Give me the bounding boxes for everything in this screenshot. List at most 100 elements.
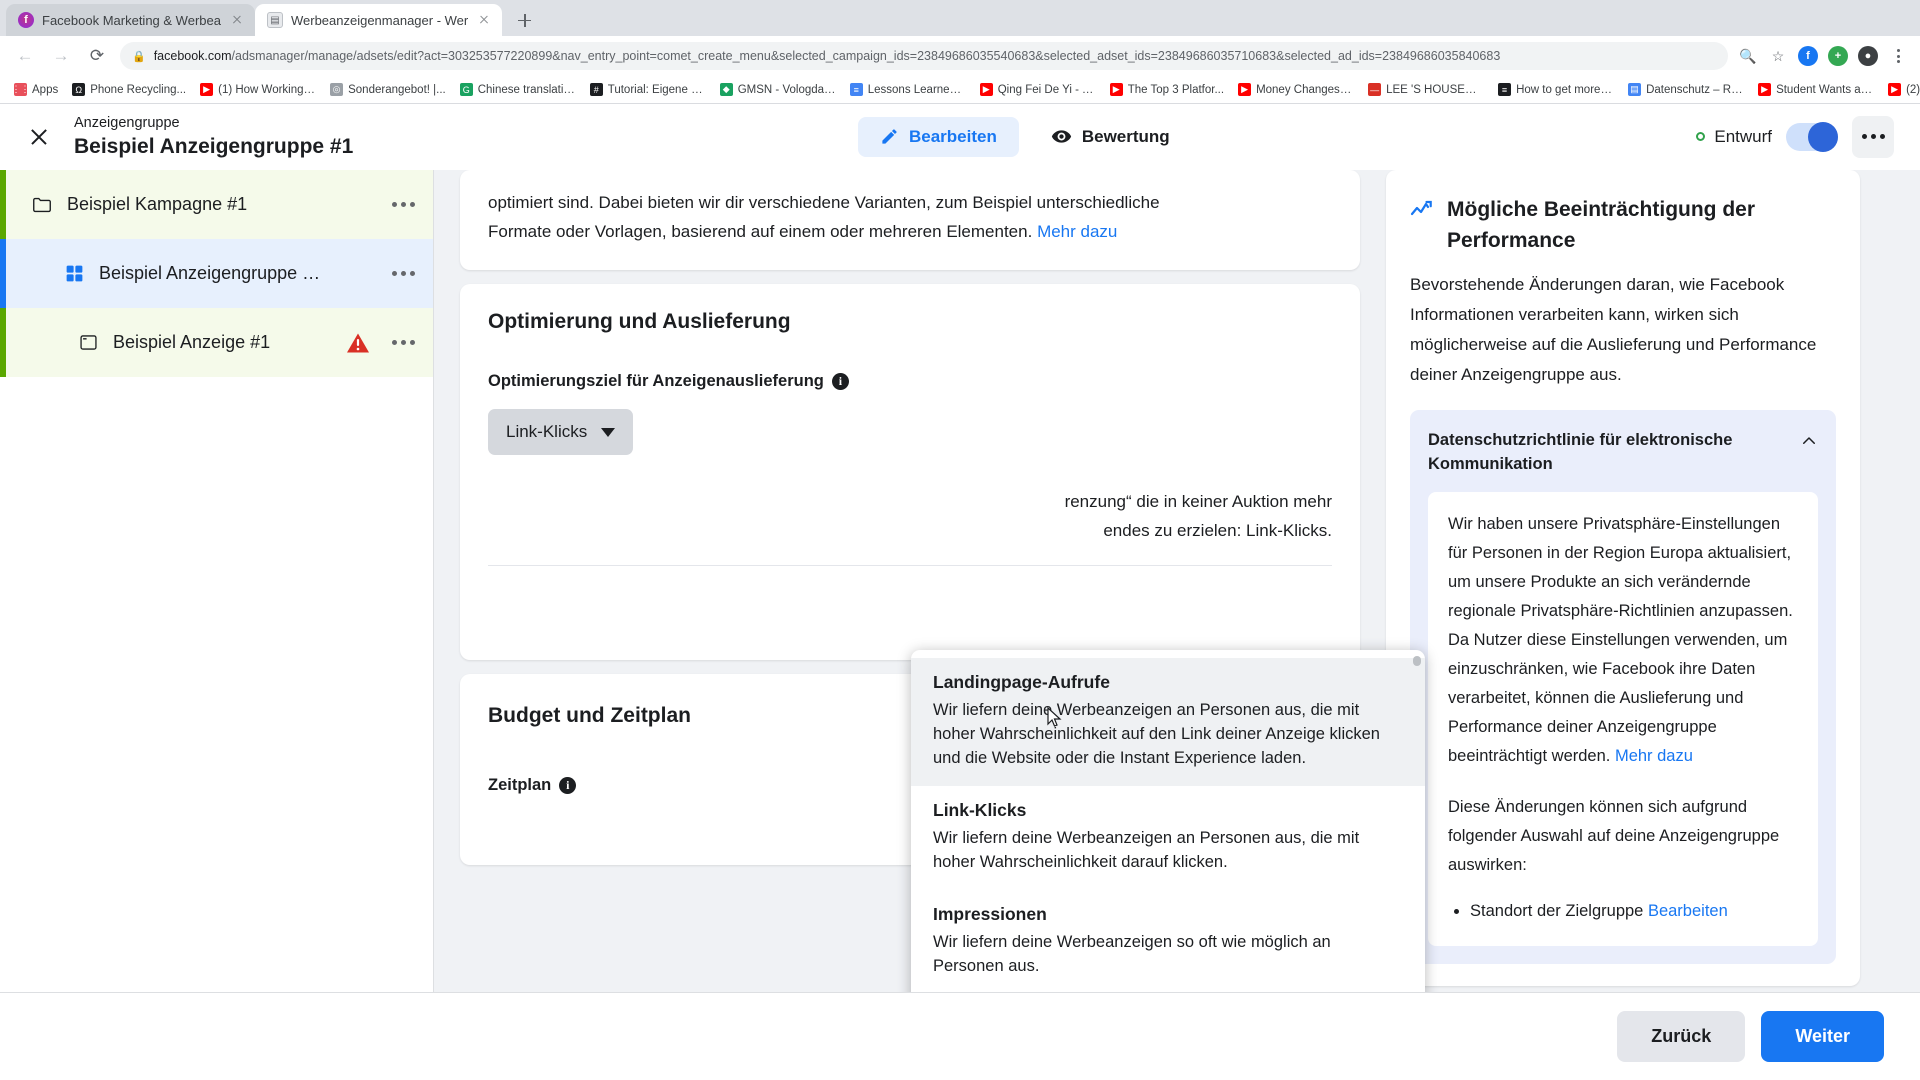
header-titles: Anzeigengruppe Beispiel Anzeigengruppe #… (74, 114, 353, 160)
tab-bewertung[interactable]: Bewertung (1029, 116, 1192, 157)
close-icon[interactable] (22, 120, 56, 154)
optimierungsziel-select[interactable]: Link-Klicks (488, 409, 634, 455)
right-column: Mögliche Beeinträchtigung der Performanc… (1386, 170, 1886, 992)
status-label: Entwurf (1714, 126, 1772, 146)
entity-tree-sidebar: Beispiel Kampagne #1 Beispiel Anzeigengr… (0, 170, 434, 992)
account-icon[interactable]: ● (1858, 46, 1878, 66)
adsmanager-app: Anzeigengruppe Beispiel Anzeigengruppe #… (0, 104, 1920, 1080)
url-path: /adsmanager/manage/adsets/edit?act=30325… (231, 49, 1501, 63)
bookmark-item[interactable]: # Tutorial: Eigene Fa... (584, 80, 712, 99)
bookmark-label: Qing Fei De Yi - Y... (997, 83, 1096, 96)
privacy-paragraph-2: Diese Änderungen können sich aufgrund fo… (1448, 798, 1780, 874)
close-icon[interactable] (229, 12, 245, 28)
bookmark-item[interactable]: ▶ Student Wants an... (1752, 80, 1880, 99)
youtube-icon: ▶ (1109, 83, 1123, 96)
chart-trend-icon (1410, 200, 1432, 216)
intro-line-2: Formate oder Vorlagen, basierend auf ein… (488, 217, 1332, 246)
bookmark-item[interactable]: ≡ Lessons Learned f... (844, 80, 972, 99)
facebook-profile-icon[interactable]: f (1798, 46, 1818, 66)
row-more-button[interactable] (382, 271, 415, 276)
more-options-button[interactable] (1852, 115, 1894, 158)
field-label-optimierungsziel: Optimierungsziel für Anzeigenauslieferun… (488, 372, 1332, 391)
status-toggle[interactable] (1786, 121, 1838, 152)
bookmark-item[interactable]: ◆ GMSN - Vologda,... (714, 80, 842, 99)
bookmark-item[interactable]: ⋮⋮ Apps (8, 80, 64, 99)
page-title: Beispiel Anzeigengruppe #1 (74, 134, 354, 158)
url-input[interactable]: 🔒 facebook.com/adsmanager/manage/adsets/… (120, 42, 1728, 70)
sidebar-item-label: Beispiel Anzeigengruppe … (99, 263, 321, 283)
bullet-text: Standort der Zielgruppe (1470, 902, 1644, 920)
mehr-dazu-link[interactable]: Mehr dazu (1037, 222, 1117, 241)
bookmark-label: Tutorial: Eigene Fa... (607, 83, 706, 96)
bookmark-label: Chinese translatio... (477, 83, 576, 96)
dropdown-option-link-klicks[interactable]: Link-Klicks Wir liefern deine Werbeanzei… (911, 786, 1425, 890)
bookmark-item[interactable]: ▶ (1) How Working a... (194, 80, 322, 99)
next-button[interactable]: Weiter (1761, 1011, 1884, 1062)
new-tab-button[interactable] (510, 6, 538, 34)
extension-icon[interactable]: + (1828, 46, 1848, 66)
bookmark-label: How to get more v... (1516, 83, 1615, 96)
bookmark-item[interactable]: ≡ How to get more v... (1492, 80, 1620, 99)
bookmark-item[interactable]: ▶ (2) How To Add A... (1882, 80, 1920, 99)
tab-bearbeiten[interactable]: Bearbeiten (857, 116, 1019, 157)
sidebar-item-adset[interactable]: Beispiel Anzeigengruppe … (0, 239, 433, 308)
bookmark-item[interactable]: ◎ Sonderangebot! |... (324, 80, 452, 99)
doc-icon: ≡ (1498, 83, 1512, 96)
bookmarks-bar: ⋮⋮ Apps Ω Phone Recycling... ▶ (1) How Work… (0, 76, 1920, 104)
bookmark-item[interactable]: Ω Phone Recycling... (66, 80, 192, 99)
back-icon[interactable]: ← (12, 43, 38, 69)
info-icon[interactable]: i (559, 777, 577, 794)
star-icon[interactable]: ☆ (1768, 46, 1788, 66)
reload-icon[interactable]: ⟳ (84, 43, 110, 69)
warning-icon (347, 333, 369, 352)
pencil-icon (882, 129, 897, 144)
info-icon[interactable]: i (831, 373, 849, 390)
bookmark-item[interactable]: ▶ Money Changes E... (1232, 80, 1360, 99)
page-kicker: Anzeigengruppe (74, 114, 180, 131)
bearbeiten-link[interactable]: Bearbeiten (1648, 902, 1728, 920)
bookmark-label: Sonderangebot! |... (348, 83, 446, 96)
browser-tab-0[interactable]: f Facebook Marketing & Werbea (6, 4, 255, 36)
forward-icon[interactable]: → (48, 43, 74, 69)
adset-grid-icon (62, 262, 86, 286)
globe-icon: ◎ (330, 83, 344, 96)
browser-tab-1[interactable]: ▤ Werbeanzeigenmanager - Wer (254, 4, 503, 36)
bookmark-item[interactable]: ▶ Qing Fei De Yi - Y... (974, 80, 1102, 99)
row-more-button[interactable] (382, 202, 415, 207)
bookmark-item[interactable]: G Chinese translatio... (454, 80, 582, 99)
dropdown-option-impressionen[interactable]: Impressionen Wir liefern deine Werbeanze… (911, 890, 1425, 992)
youtube-icon: ▶ (1888, 83, 1902, 96)
row-more-button[interactable] (382, 340, 415, 345)
chrome-menu-icon[interactable] (1888, 46, 1908, 66)
wizard-footer: Zurück Weiter (0, 992, 1920, 1080)
privacy-notice-header[interactable]: Datenschutzrichtlinie für elektronische … (1428, 428, 1818, 476)
tab-label: Bewertung (1081, 126, 1170, 146)
privacy-notice: Datenschutzrichtlinie für elektronische … (1410, 410, 1836, 964)
field-label-text: Optimierungsziel für Anzeigenauslieferun… (488, 372, 824, 390)
back-button[interactable]: Zurück (1617, 1011, 1746, 1062)
intro-card: optimiert sind. Dabei bieten wir dir ver… (460, 170, 1360, 270)
sidebar-item-campaign[interactable]: Beispiel Kampagne #1 (0, 170, 433, 239)
zoom-icon[interactable]: 🔍 (1738, 46, 1758, 66)
bookmark-label: GMSN - Vologda,... (737, 83, 836, 96)
bookmark-label: (1) How Working a... (218, 83, 317, 96)
bookmark-item[interactable]: ▤ Datenschutz – Re... (1622, 80, 1750, 99)
page-icon: — (1368, 83, 1382, 96)
header-tabs: Bearbeiten Bewertung (371, 116, 1678, 157)
bookmark-item[interactable]: — LEE 'S HOUSE—... (1362, 80, 1490, 99)
chevron-up-icon[interactable] (1800, 432, 1818, 450)
dropdown-scrollbar[interactable] (1413, 656, 1421, 666)
bookmark-item[interactable]: ▶ The Top 3 Platfor... (1104, 80, 1230, 99)
sidebar-item-ad[interactable]: Beispiel Anzeige #1 (0, 308, 433, 377)
close-icon[interactable] (476, 12, 492, 28)
optimierungsziel-dropdown[interactable]: Landingpage-Aufrufe Wir liefern deine We… (911, 650, 1425, 992)
bookmark-label: (2) How To Add A... (1906, 83, 1920, 96)
header-right: Entwurf (1696, 115, 1894, 158)
browser-window: f Facebook Marketing & Werbea ▤ Werbeanz… (0, 0, 1920, 1080)
performance-title: Mögliche Beeinträchtigung der Performanc… (1447, 198, 1756, 252)
section-title-optimierung: Optimierung und Auslieferung (488, 310, 791, 333)
option-desc: Wir liefern deine Werbeanzeigen so oft w… (933, 933, 1331, 975)
chevron-down-icon (601, 427, 616, 437)
mehr-dazu-link[interactable]: Mehr dazu (1615, 747, 1693, 765)
dropdown-option-landingpage-aufrufe[interactable]: Landingpage-Aufrufe Wir liefern deine We… (911, 658, 1425, 786)
